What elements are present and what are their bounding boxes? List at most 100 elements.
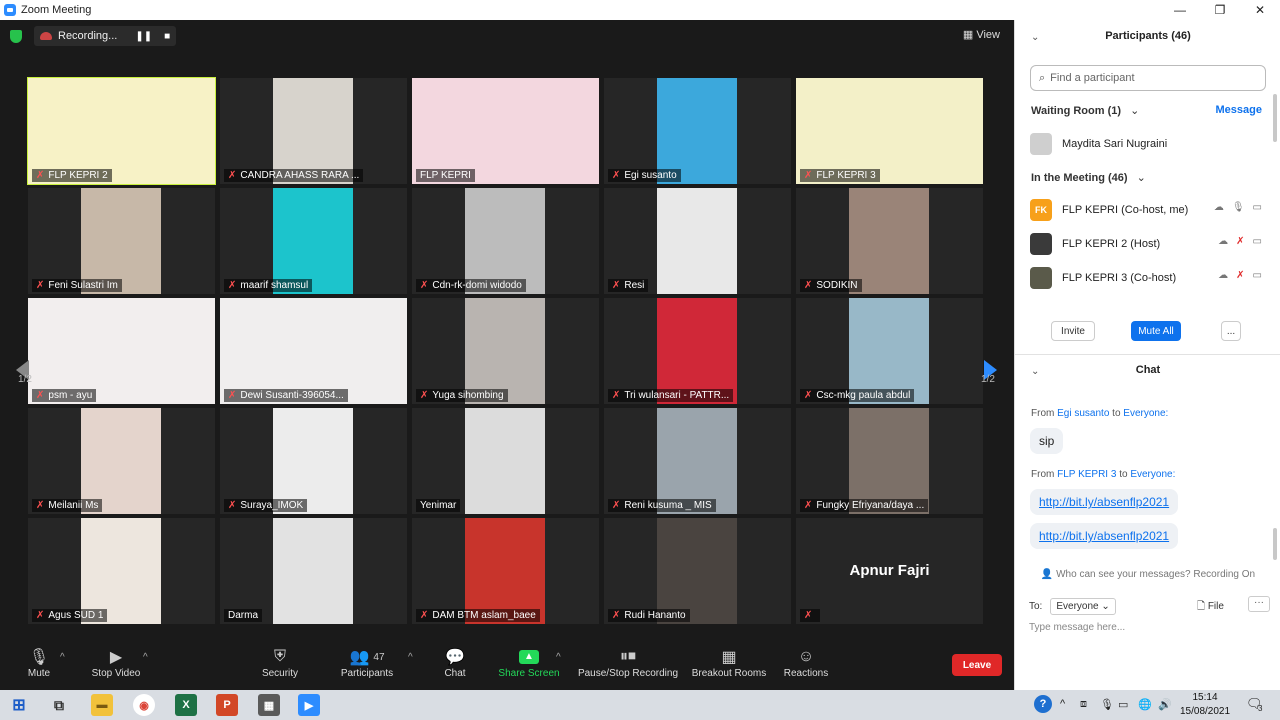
- participant-row[interactable]: FLP KEPRI 3 (Co-host) ☁✗▭: [1030, 266, 1270, 290]
- participant-tile[interactable]: ✗ FLP KEPRI 2: [27, 77, 216, 185]
- volume-icon[interactable]: 🔊: [1158, 698, 1172, 711]
- chat-link[interactable]: http://bit.ly/absenflp2021: [1030, 523, 1179, 549]
- file-button[interactable]: 🗋 File: [1197, 599, 1224, 616]
- participant-tile[interactable]: Apnur Fajri ✗: [796, 518, 983, 624]
- recipient-dropdown[interactable]: Everyone ⌄: [1050, 598, 1116, 615]
- participant-name-label: ✗ maarif shamsul: [224, 279, 313, 292]
- invite-button[interactable]: Invite: [1051, 321, 1095, 341]
- participant-tile[interactable]: ✗ Tri wulansari - PATTR...: [604, 298, 791, 404]
- mute-all-button[interactable]: Mute All: [1131, 321, 1181, 341]
- more-options-button[interactable]: ...: [1221, 321, 1241, 341]
- show-hidden-icons-chevron-icon[interactable]: ^: [1060, 698, 1065, 710]
- participant-name-label: ✗ Rudi Hananto: [608, 609, 690, 622]
- participant-tile[interactable]: ✗ SODIKIN: [796, 188, 983, 294]
- participant-tile[interactable]: ✗ Reni kusuma _ MIS: [604, 408, 791, 514]
- encryption-shield-icon[interactable]: [10, 30, 22, 43]
- participant-tile[interactable]: ✗ Fungky Efriyana/daya ...: [796, 408, 983, 514]
- participant-tile[interactable]: ✗ Dewi Susanti-396054...: [220, 298, 407, 404]
- participant-tile[interactable]: ✗ maarif shamsul: [220, 188, 407, 294]
- video-options-chevron-icon[interactable]: ^: [143, 652, 148, 663]
- participant-row[interactable]: FLP KEPRI 2 (Host) ☁✗▭: [1030, 232, 1270, 256]
- chrome-icon[interactable]: ◉: [133, 694, 155, 716]
- participant-row[interactable]: FK FLP KEPRI (Co-host, me) ☁🎙▭: [1030, 198, 1270, 222]
- participant-tile[interactable]: ✗ CANDRA AHASS RARA ...: [220, 78, 407, 184]
- chat-bubble-icon: 💬: [445, 649, 465, 666]
- participant-tile[interactable]: ✗ psm - ayu: [28, 298, 215, 404]
- security-button[interactable]: ⛨ Security: [258, 646, 302, 679]
- participant-tile[interactable]: ✗ Meilanii Ms: [28, 408, 215, 514]
- participant-tile[interactable]: ✗ Suraya_IMOK: [220, 408, 407, 514]
- chat-message-input[interactable]: Type message here...: [1029, 622, 1125, 633]
- muted-mic-icon[interactable]: ✗: [1236, 236, 1252, 247]
- participants-scrollbar[interactable]: [1273, 94, 1277, 142]
- participant-tile[interactable]: FLP KEPRI: [412, 78, 599, 184]
- zoom-taskbar-icon[interactable]: ▶: [298, 694, 320, 716]
- pause-stop-recording-button[interactable]: ⏸⏹ Pause/Stop Recording: [576, 646, 680, 679]
- chat-link[interactable]: http://bit.ly/absenflp2021: [1030, 489, 1179, 515]
- participants-options-chevron-icon[interactable]: ^: [408, 652, 413, 663]
- video-camera-icon[interactable]: ▭: [1253, 270, 1270, 281]
- close-button[interactable]: ✕: [1240, 0, 1280, 20]
- participant-tile[interactable]: Darma: [220, 518, 407, 624]
- muted-mic-icon[interactable]: ✗: [1236, 270, 1252, 281]
- chat-scrollbar[interactable]: [1273, 528, 1277, 560]
- stop-recording-icon[interactable]: ■: [164, 31, 170, 42]
- system-clock[interactable]: 15:14 15/08/2021: [1180, 690, 1230, 719]
- mute-button[interactable]: 🎙 Mute: [24, 646, 54, 679]
- participant-tile[interactable]: Yenimar: [412, 408, 599, 514]
- participant-tile[interactable]: ✗ DAM BTM aslam_baee: [412, 518, 599, 624]
- participant-tile[interactable]: ✗ FLP KEPRI 3: [796, 78, 983, 184]
- participant-video: [273, 518, 353, 624]
- chat-message-bubble: sip: [1030, 428, 1064, 454]
- participant-tile[interactable]: ✗ Egi susanto: [604, 78, 791, 184]
- powerpoint-icon[interactable]: P: [216, 694, 238, 716]
- participant-search-input[interactable]: ⌕ Find a participant: [1030, 65, 1266, 91]
- pause-recording-icon[interactable]: ❚❚: [135, 31, 152, 42]
- participant-tile[interactable]: ✗ Resi: [604, 188, 791, 294]
- waiting-participant-row[interactable]: Maydita Sari Nugraini: [1030, 132, 1270, 156]
- participant-tile[interactable]: ✗ Yuga sihombing: [412, 298, 599, 404]
- excel-icon[interactable]: X: [175, 694, 197, 716]
- stop-video-button[interactable]: ▶ Stop Video: [88, 646, 144, 679]
- participant-tile[interactable]: ✗ Agus SUD 1: [28, 518, 215, 624]
- file-explorer-icon[interactable]: ▬: [91, 694, 113, 716]
- battery-icon[interactable]: ▭: [1118, 698, 1128, 711]
- app-icon[interactable]: ▦: [258, 694, 280, 716]
- participant-tile[interactable]: ✗ Feni Sulastri Im: [28, 188, 215, 294]
- participant-name: Tri wulansari - PATTR...: [624, 390, 730, 401]
- participants-button[interactable]: 👥 47 Participants: [338, 646, 396, 679]
- message-waiting-button[interactable]: Message: [1216, 104, 1262, 116]
- participant-name: FLP KEPRI (Co-host, me): [1062, 204, 1189, 216]
- share-options-chevron-icon[interactable]: ^: [556, 652, 561, 663]
- microphone-icon[interactable]: 🎙: [1232, 202, 1253, 213]
- leave-button[interactable]: Leave: [952, 654, 1002, 676]
- microphone-tray-icon[interactable]: 🎙: [1100, 698, 1114, 711]
- muted-mic-icon: ✗: [420, 280, 429, 291]
- participant-tile[interactable]: ✗ Csc-mkg paula abdul: [796, 298, 983, 404]
- chat-sender[interactable]: FLP KEPRI 3: [1057, 469, 1116, 480]
- who-can-see-messages[interactable]: 👤 Who can see your messages? Recording O…: [1015, 569, 1280, 580]
- video-camera-icon[interactable]: ▭: [1253, 236, 1270, 247]
- chat-sender[interactable]: Egi susanto: [1057, 408, 1109, 419]
- in-meeting-header[interactable]: In the Meeting (46) ⌄: [1031, 171, 1146, 184]
- maximize-button[interactable]: ❐: [1200, 0, 1240, 20]
- network-icon[interactable]: 🌐: [1138, 698, 1152, 711]
- audio-options-chevron-icon[interactable]: ^: [60, 652, 65, 663]
- task-view-icon[interactable]: ⧉: [48, 694, 70, 716]
- side-panel: ⌄ Participants (46) ⌕ Find a participant…: [1014, 20, 1280, 690]
- windows-start-icon[interactable]: ⊞: [8, 694, 30, 716]
- participant-name: Yuga sihombing: [432, 390, 504, 401]
- view-button[interactable]: ▦ View: [963, 28, 1000, 41]
- meet-now-icon[interactable]: ⧈: [1080, 698, 1087, 711]
- participant-tile[interactable]: ✗ Cdn-rk-domi widodo: [412, 188, 599, 294]
- reactions-button[interactable]: ☺ Reactions: [782, 646, 830, 679]
- waiting-room-header[interactable]: Waiting Room (1) ⌄: [1031, 104, 1139, 117]
- participant-tile[interactable]: ✗ Rudi Hananto: [604, 518, 791, 624]
- share-screen-button[interactable]: ▲ Share Screen: [498, 646, 560, 679]
- help-icon[interactable]: ?: [1034, 695, 1052, 713]
- video-camera-icon[interactable]: ▭: [1253, 202, 1270, 213]
- minimize-button[interactable]: —: [1160, 0, 1200, 20]
- chat-button[interactable]: 💬 Chat: [440, 646, 470, 679]
- breakout-rooms-button[interactable]: ▦ Breakout Rooms: [690, 646, 768, 679]
- chat-more-button[interactable]: ···: [1248, 596, 1270, 612]
